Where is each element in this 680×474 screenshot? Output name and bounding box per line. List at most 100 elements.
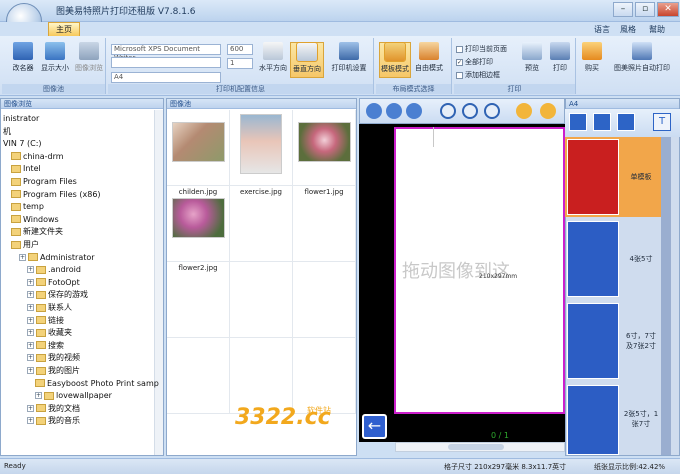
tree-item[interactable]: Easyboost Photo Print samp (35, 377, 159, 390)
tree-item-label: 我的文档 (48, 403, 80, 413)
add-border-checkbox[interactable]: 添加相边框 (456, 70, 500, 80)
tree-item[interactable]: + 链接 (27, 314, 64, 327)
browse-button[interactable]: 图像浏览 (74, 42, 104, 73)
tree-item[interactable]: + 联系人 (27, 301, 72, 314)
tree-item[interactable]: + 我的图片 (27, 364, 80, 377)
language-menu[interactable]: 语言 (594, 24, 610, 35)
help-menu[interactable]: 幫助 (649, 24, 665, 35)
printer-settings-button[interactable]: 打印机设置 (326, 42, 372, 73)
paper-select[interactable]: A4 (111, 72, 221, 83)
horizontal-scrollbar[interactable] (395, 442, 565, 452)
scroll-thumb[interactable] (448, 444, 504, 450)
delete-template-icon[interactable] (617, 113, 635, 131)
tree-item[interactable]: inistrator (3, 112, 39, 125)
tree-item-label: 我的视频 (48, 353, 80, 363)
expand-icon[interactable]: + (27, 329, 34, 337)
tree-item[interactable]: + FotoOpt (27, 276, 80, 289)
expand-icon[interactable]: + (27, 367, 34, 374)
tree-item[interactable]: Program Files (11, 175, 77, 188)
printer-select-2[interactable] (111, 57, 221, 68)
print-all-checkbox[interactable]: ✓ 全部打印 (456, 57, 493, 67)
template-label: 2张5寸，1 张7寸 (623, 410, 659, 428)
tree-item[interactable]: 机 (3, 125, 11, 138)
expand-icon[interactable]: + (27, 304, 34, 311)
edit-template-icon[interactable] (593, 113, 611, 131)
free-mode-button[interactable]: 自由模式 (413, 42, 445, 73)
portrait-button[interactable]: 垂直方向 (290, 42, 324, 78)
template-2x5-1x7[interactable]: 2张5寸，1 张7寸 (565, 383, 661, 455)
printer-icon (339, 42, 359, 60)
minimize-button[interactable]: – (613, 2, 633, 17)
expand-icon[interactable]: + (27, 278, 34, 286)
tree-item[interactable]: + lovewallpaper (35, 389, 112, 402)
maximize-button[interactable]: ▫ (635, 2, 655, 17)
tree-item[interactable]: 新建文件夹 (11, 225, 63, 238)
tree-item[interactable]: + 我的音乐 (27, 414, 80, 427)
thumbnail-image[interactable] (172, 122, 225, 162)
thumbnail-image[interactable] (298, 122, 351, 162)
redo-icon[interactable] (406, 103, 422, 119)
tree-item[interactable]: + 搜索 (27, 339, 64, 352)
template-6-7-2[interactable]: 6寸，7寸 及7张2寸 (565, 301, 661, 381)
expand-icon[interactable]: + (27, 417, 34, 425)
vertical-scrollbar[interactable] (154, 110, 163, 455)
expand-icon[interactable]: + (27, 341, 34, 349)
expand-icon[interactable]: + (27, 404, 34, 412)
tree-item[interactable]: Windows (11, 213, 59, 226)
tree-item[interactable]: + Administrator (19, 251, 95, 264)
zoom-fit-icon[interactable] (462, 103, 478, 119)
folder-icon (36, 404, 46, 413)
thumb-cell[interactable]: flower2.jpg (167, 186, 230, 272)
tree-item[interactable]: VIN 7 (C:) (3, 137, 42, 150)
move-horizontal-icon[interactable] (516, 103, 532, 119)
expand-icon[interactable]: + (27, 266, 34, 274)
expand-icon[interactable]: + (27, 291, 34, 299)
zoom-in-icon[interactable] (440, 103, 456, 119)
expand-icon[interactable]: + (27, 354, 34, 362)
thumb-cell[interactable]: exercise.jpg (230, 110, 293, 196)
checkmark-icon: ✓ (456, 58, 463, 66)
style-menu[interactable]: 風格 (620, 24, 636, 35)
tab-main[interactable]: 主页 (48, 22, 80, 36)
change-dir-button[interactable]: 改名器 (8, 42, 38, 73)
thumbnail-image[interactable] (172, 198, 225, 238)
template-scrollbar[interactable] (661, 137, 671, 455)
zoom-out-icon[interactable] (484, 103, 500, 119)
print-current-checkbox[interactable]: 打印当前页面 (456, 44, 507, 54)
thumb-cell[interactable]: childen.jpg (167, 110, 230, 196)
landscape-button[interactable]: 水平方向 (256, 42, 290, 73)
printer-select[interactable]: Microsoft XPS Document Writer (111, 44, 221, 62)
text-icon[interactable]: T (653, 113, 671, 131)
copies-stepper[interactable]: 1 (227, 58, 253, 69)
tree-item[interactable]: Intel (11, 162, 41, 175)
tree-item[interactable]: + 收藏夹 (27, 326, 72, 339)
dpi-field[interactable]: 600 (227, 44, 253, 55)
tree-item[interactable]: + .android (27, 263, 81, 276)
preview-button[interactable]: 预览 (518, 42, 546, 73)
tree-item[interactable]: Program Files (x86) (11, 188, 101, 201)
buy-button[interactable]: 购买 (578, 42, 606, 73)
add-template-icon[interactable] (569, 113, 587, 131)
move-all-icon[interactable] (540, 103, 556, 119)
thumbnail-image[interactable] (240, 114, 282, 174)
fit-width-icon[interactable] (386, 103, 402, 119)
show-size-button[interactable]: 显示大小 (38, 42, 72, 73)
thumb-cell[interactable]: flower1.jpg (293, 110, 356, 196)
template-mode-button[interactable]: 模板模式 (379, 42, 411, 78)
back-arrow-icon[interactable]: ← (362, 414, 387, 439)
expand-icon[interactable]: + (35, 392, 42, 400)
tree-item[interactable]: + 我的视频 (27, 351, 80, 364)
print-button[interactable]: 打印 (546, 42, 574, 73)
template-4x5[interactable]: 4张5寸 (565, 219, 661, 299)
tree-item[interactable]: 用户 (11, 238, 39, 251)
tree-item[interactable]: temp (11, 200, 44, 213)
template-single[interactable]: 单模板 (565, 137, 661, 217)
auto-print-button[interactable]: 图美照片自动打印 (606, 42, 678, 73)
undo-icon[interactable] (366, 103, 382, 119)
tree-item[interactable]: + 我的文档 (27, 402, 80, 415)
tree-item[interactable]: + 保存的游戏 (27, 288, 88, 301)
expand-icon[interactable]: + (19, 253, 26, 261)
close-button[interactable]: ✕ (657, 2, 679, 17)
tree-item[interactable]: china-drm (11, 150, 64, 163)
expand-icon[interactable]: + (27, 316, 34, 324)
